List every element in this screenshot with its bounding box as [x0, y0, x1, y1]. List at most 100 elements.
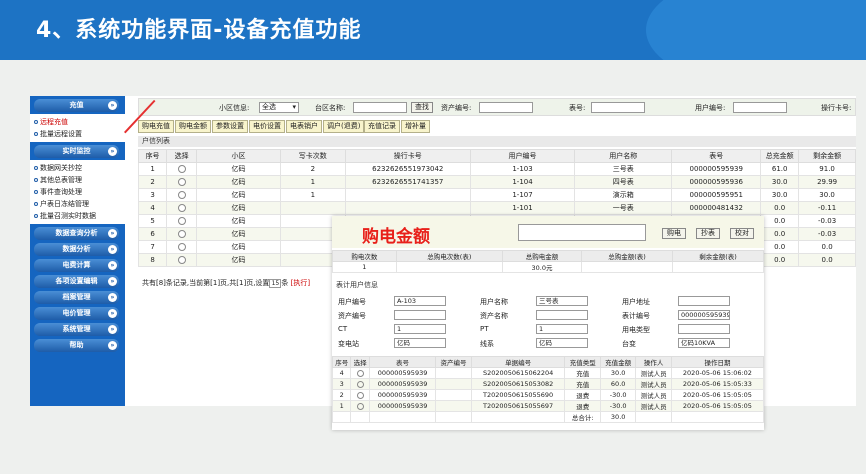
- record-cell[interactable]: [350, 389, 370, 401]
- table-cell[interactable]: [166, 188, 198, 202]
- field-input[interactable]: 三号表: [536, 296, 588, 306]
- row-select-radio[interactable]: [177, 217, 186, 225]
- menu-section-4[interactable]: 电费计算»: [34, 259, 119, 272]
- field-input[interactable]: 亿码10KVA: [678, 338, 730, 348]
- toolbar-button-3[interactable]: 电价设置: [249, 120, 285, 133]
- area-select[interactable]: 全选 ▾: [259, 102, 299, 113]
- meter-input[interactable]: [591, 102, 645, 113]
- read-meter-button[interactable]: 抄表: [696, 228, 720, 239]
- sidebar-item[interactable]: 其他总表管理: [30, 174, 125, 186]
- column-header: 序号: [137, 149, 168, 163]
- table-row[interactable]: 3 亿码 1 1-107 演示箱 000000595951 30.0 30.0: [137, 188, 856, 202]
- column-header: 小区: [196, 149, 281, 163]
- record-select-radio[interactable]: [356, 402, 364, 410]
- menu-section-0[interactable]: 充值»: [34, 99, 119, 112]
- column-header: 选择: [166, 149, 198, 163]
- verify-button[interactable]: 校对: [730, 228, 754, 239]
- row-select-radio[interactable]: [177, 204, 186, 212]
- search-button[interactable]: 查找: [411, 102, 433, 113]
- menu-section-6[interactable]: 档案管理»: [34, 291, 119, 304]
- menu-section-5[interactable]: 各项设置编辑»: [34, 275, 119, 288]
- row-select-radio[interactable]: [177, 256, 186, 264]
- table-cell: -0.03: [798, 214, 856, 228]
- table-row[interactable]: 4 亿码 1-101 一号表 000000481432 0.0 -0.11: [137, 201, 856, 215]
- table-cell[interactable]: [166, 227, 198, 241]
- card-label: 操行卡号:: [821, 104, 852, 112]
- table-cell: 0.0: [798, 253, 856, 267]
- field-input[interactable]: [678, 324, 730, 334]
- field-label: 变电站: [338, 340, 359, 348]
- table-cell: 6232626551973042: [344, 162, 471, 176]
- menu-section-9[interactable]: 帮助»: [34, 339, 119, 352]
- row-select-radio[interactable]: [177, 178, 186, 186]
- record-select-radio[interactable]: [356, 391, 364, 399]
- record-row[interactable]: 4 000000595939 S2020050615062204 充值 30.0 测试人员…: [331, 367, 765, 379]
- user-input[interactable]: [733, 102, 787, 113]
- amount-input[interactable]: [518, 224, 646, 241]
- execute-link[interactable]: [执行]: [291, 279, 310, 287]
- table-row[interactable]: 1 亿码 2 6232626551973042 1-103 三号表 000000595939…: [137, 162, 856, 176]
- toolbar-button-6[interactable]: 充值记录: [364, 120, 400, 133]
- row-select-radio[interactable]: [177, 165, 186, 173]
- summary-value: [395, 261, 503, 273]
- record-cell[interactable]: [350, 378, 370, 390]
- field-input[interactable]: 1: [394, 324, 446, 334]
- field-input[interactable]: [394, 310, 446, 320]
- record-cell[interactable]: [350, 367, 370, 379]
- menu-section-2[interactable]: 数据查询分析»: [34, 227, 119, 240]
- menu-section-1[interactable]: 实时监控»: [34, 145, 119, 158]
- record-header: 表号: [368, 356, 437, 368]
- purchase-button[interactable]: 购电: [662, 228, 686, 239]
- record-cell: 3: [331, 378, 352, 390]
- field-input[interactable]: [678, 296, 730, 306]
- record-select-radio[interactable]: [356, 369, 364, 377]
- record-header: 操作人: [635, 356, 672, 368]
- asset-input[interactable]: [479, 102, 533, 113]
- sidebar-item[interactable]: 数据网关抄控: [30, 162, 125, 174]
- toolbar-button-2[interactable]: 参数设置: [212, 120, 248, 133]
- table-cell[interactable]: [166, 253, 198, 267]
- table-cell[interactable]: [166, 214, 198, 228]
- field-input[interactable]: A-103: [394, 296, 446, 306]
- field-input[interactable]: [536, 310, 588, 320]
- menu-section-7[interactable]: 电价管理»: [34, 307, 119, 320]
- bullet-icon: [34, 202, 38, 206]
- sidebar-item[interactable]: 事件查询处理: [30, 186, 125, 198]
- table-cell[interactable]: [166, 162, 198, 176]
- field-input[interactable]: 000000595939: [678, 310, 730, 320]
- table-row[interactable]: 2 亿码 1 6232626551741357 1-104 四号表 000000595936…: [137, 175, 856, 189]
- sidebar-item[interactable]: 批量远程设置: [30, 128, 125, 140]
- field-input[interactable]: 亿码: [394, 338, 446, 348]
- toolbar-button-7[interactable]: 增补量: [401, 120, 430, 133]
- toolbar-button-4[interactable]: 电表销户: [286, 120, 322, 133]
- purchase-amount-panel: 购电金额 购电 抄表 校对 购电次数 总购电次数(表) 总购电金额 总购金额(表) 剩余…: [331, 216, 765, 430]
- menu-section-3[interactable]: 数据分析»: [34, 243, 119, 256]
- sidebar-item[interactable]: 远程充值: [30, 116, 125, 128]
- record-row[interactable]: 1 000000595939 T2020050615055697 退费 -30.0 测试人…: [331, 400, 765, 412]
- record-cell[interactable]: [350, 400, 370, 412]
- record-cell: [435, 367, 472, 379]
- toolbar-button-5[interactable]: 调户(退费): [323, 120, 365, 133]
- field-input[interactable]: 亿码: [536, 338, 588, 348]
- sidebar-item[interactable]: 批量召测实时数据: [30, 210, 125, 222]
- row-select-radio[interactable]: [177, 243, 186, 251]
- table-cell[interactable]: [166, 201, 198, 215]
- menu-section-8[interactable]: 系统管理»: [34, 323, 119, 336]
- record-select-radio[interactable]: [356, 380, 364, 388]
- empty-cell: [470, 411, 566, 423]
- table-cell: 亿码: [196, 214, 281, 228]
- table-cell[interactable]: [166, 175, 198, 189]
- table-cell[interactable]: [166, 240, 198, 254]
- sidebar-item[interactable]: 户表日冻结管理: [30, 198, 125, 210]
- row-select-radio[interactable]: [177, 230, 186, 238]
- row-select-radio[interactable]: [177, 191, 186, 199]
- station-input[interactable]: [353, 102, 407, 113]
- user-label: 用户编号:: [695, 104, 726, 112]
- record-row[interactable]: 2 000000595939 T2020050615055690 退费 -30.0 测试人…: [331, 389, 765, 401]
- page-size-input[interactable]: 15: [269, 278, 282, 288]
- field-input[interactable]: 1: [536, 324, 588, 334]
- table-cell: 1-107: [469, 188, 576, 202]
- toolbar-button-1[interactable]: 购电金额: [175, 120, 211, 133]
- record-row[interactable]: 3 000000595939 S2020050615053082 充值 60.0 测试人员…: [331, 378, 765, 390]
- toolbar-button-0[interactable]: 购电充值: [138, 120, 174, 133]
